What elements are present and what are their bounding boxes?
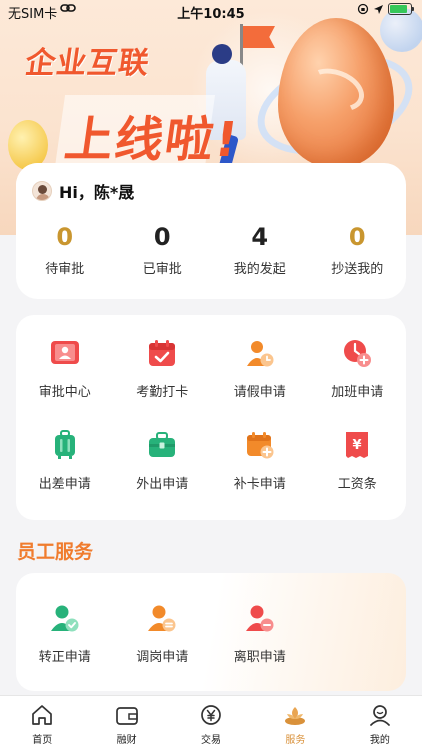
app-attendance[interactable]: 考勤打卡 <box>114 338 212 400</box>
home-icon <box>32 705 53 725</box>
user-transfer-icon <box>148 605 176 632</box>
tab-trade[interactable]: 交易 <box>169 696 253 750</box>
avatar[interactable] <box>32 181 52 201</box>
service-confirmation[interactable]: 转正申请 <box>16 603 114 665</box>
tab-mine[interactable]: 我的 <box>338 696 422 750</box>
luggage-icon <box>54 430 75 459</box>
banner-title-line1: 企业互联 <box>23 46 152 81</box>
app-card-supplement[interactable]: 补卡申请 <box>211 430 309 492</box>
user-remove-icon <box>245 605 274 632</box>
approval-stats: 0 待审批 0 已审批 4 我的发起 0 抄送我的 <box>16 222 406 277</box>
briefcase-icon <box>149 432 176 457</box>
greeting-row: Hi，陈*晟 <box>32 179 134 203</box>
stat-label: 我的发起 <box>233 262 286 277</box>
tab-label: 融财 <box>116 735 137 746</box>
tab-finance[interactable]: 融财 <box>84 696 168 750</box>
app-label: 工资条 <box>337 477 377 492</box>
app-label: 补卡申请 <box>233 477 286 492</box>
stat-value: 4 <box>251 223 269 251</box>
attendance-calendar-icon <box>149 340 176 366</box>
orientation-lock-icon <box>357 3 369 15</box>
approval-center-icon <box>50 341 79 364</box>
service-label: 转正申请 <box>38 650 91 665</box>
battery-icon <box>388 3 414 15</box>
stat-approved[interactable]: 0 已审批 <box>114 222 212 277</box>
tab-label: 首页 <box>32 735 53 746</box>
user-check-icon <box>50 605 79 632</box>
apps-grid: 审批中心 考勤打卡 请假申请 加班申请 出差申请 外出申请 补卡申请 ¥ 工资条 <box>16 338 406 492</box>
stat-value: 0 <box>56 223 74 251</box>
app-label: 出差申请 <box>38 477 91 492</box>
app-business-trip[interactable]: 出差申请 <box>16 430 114 492</box>
app-approval-center[interactable]: 审批中心 <box>16 338 114 400</box>
tab-service[interactable]: 服务 <box>253 696 337 750</box>
svg-text:¥: ¥ <box>353 438 362 453</box>
stat-value: 0 <box>153 223 171 251</box>
status-right-icons <box>357 3 414 15</box>
payslip-yen-icon: ¥ <box>346 432 369 458</box>
app-label: 外出申请 <box>136 477 189 492</box>
section-title-employee-services: 员工服务 <box>17 541 94 563</box>
app-leave[interactable]: 请假申请 <box>211 338 309 400</box>
stat-label: 抄送我的 <box>331 262 384 277</box>
yen-exchange-icon <box>201 705 221 725</box>
stat-label: 已审批 <box>142 262 182 277</box>
banner-person-head <box>212 44 232 64</box>
services-grid: 转正申请 调岗申请 离职申请 <box>16 603 406 665</box>
wallet-icon <box>115 707 138 725</box>
status-bar: 无SIM卡 上午10:45 <box>0 0 422 22</box>
app-label: 考勤打卡 <box>136 385 189 400</box>
calendar-add-icon <box>246 432 274 459</box>
leave-request-icon <box>246 341 274 367</box>
stat-label: 待审批 <box>45 262 85 277</box>
app-label: 加班申请 <box>331 385 384 400</box>
service-transfer[interactable]: 调岗申请 <box>114 603 212 665</box>
stat-value: 0 <box>348 223 366 251</box>
tab-label: 我的 <box>369 735 390 746</box>
banner-title-line2: 上线啦! <box>61 112 244 168</box>
service-label: 调岗申请 <box>136 650 189 665</box>
stat-initiated[interactable]: 4 我的发起 <box>211 222 309 277</box>
app-payslip[interactable]: ¥ 工资条 <box>309 430 407 492</box>
service-lotus-icon <box>285 707 306 725</box>
tab-label: 交易 <box>201 735 222 746</box>
app-label: 审批中心 <box>38 385 91 400</box>
bottom-tab-bar: 首页 融财 交易 服务 我的 <box>0 695 422 750</box>
stat-cc[interactable]: 0 抄送我的 <box>309 222 407 277</box>
app-overtime[interactable]: 加班申请 <box>309 338 407 400</box>
app-label: 请假申请 <box>233 385 286 400</box>
profile-icon <box>369 705 390 726</box>
app-outing[interactable]: 外出申请 <box>114 430 212 492</box>
stat-pending[interactable]: 0 待审批 <box>16 222 114 277</box>
tab-home[interactable]: 首页 <box>0 696 84 750</box>
service-resignation[interactable]: 离职申请 <box>211 603 309 665</box>
tab-label: 服务 <box>285 735 306 746</box>
service-label: 离职申请 <box>233 650 286 665</box>
greeting-text: Hi，陈*晟 <box>59 183 135 202</box>
overtime-clock-icon <box>344 340 372 367</box>
location-icon <box>374 4 383 14</box>
